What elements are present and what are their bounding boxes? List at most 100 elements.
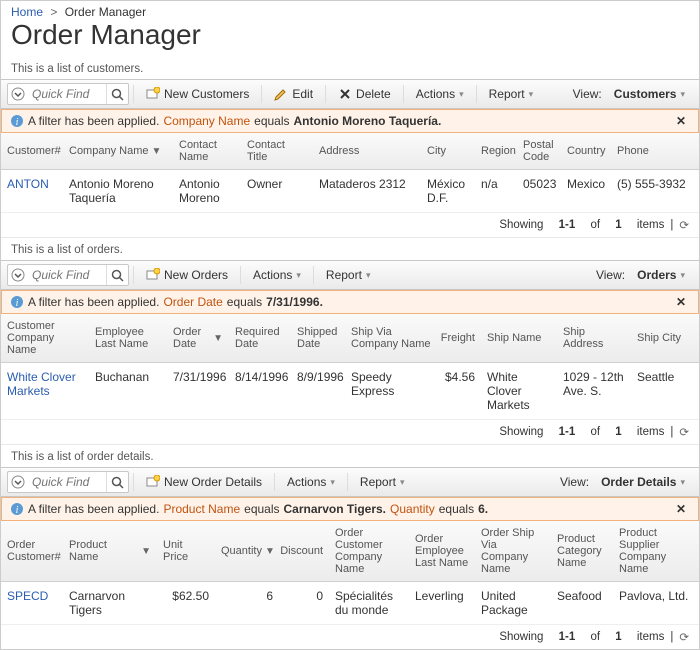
col-country[interactable]: Country <box>561 133 611 169</box>
col-city[interactable]: City <box>421 133 475 169</box>
expand-icon[interactable] <box>8 265 28 285</box>
chevron-down-icon: ▾ <box>680 270 685 281</box>
filter-icon: ▼ <box>265 546 275 557</box>
search-icon[interactable] <box>106 84 128 104</box>
new-customers-button[interactable]: New Customers <box>138 83 257 105</box>
col-order-cust[interactable]: Order Customer# <box>1 521 63 581</box>
table-row[interactable]: ANTON Antonio Moreno Taquería Antonio Mo… <box>1 170 699 213</box>
col-company[interactable]: Company Name▼ <box>63 133 173 169</box>
col-sdate[interactable]: Shipped Date <box>291 314 345 362</box>
col-postal[interactable]: Postal Code <box>517 133 561 169</box>
search-icon[interactable] <box>106 265 128 285</box>
expand-icon[interactable] <box>8 472 28 492</box>
col-emp[interactable]: Employee Last Name <box>89 314 167 362</box>
col-freight[interactable]: Freight <box>437 314 481 362</box>
table-row[interactable]: White Clover Markets Buchanan 7/31/1996 … <box>1 363 699 420</box>
report-button[interactable]: Report▾ <box>481 83 542 105</box>
chevron-down-icon: ▾ <box>459 89 464 100</box>
quick-find-wrap <box>7 83 129 105</box>
info-icon: i <box>10 114 24 128</box>
info-icon: i <box>10 502 24 516</box>
col-cust-company[interactable]: Customer Company Name <box>1 314 89 362</box>
col-disc[interactable]: Discount <box>279 521 329 581</box>
col-cat[interactable]: Product Category Name <box>551 521 613 581</box>
close-filter-icon[interactable]: ✕ <box>672 295 690 309</box>
orders-pager: Showing 1-1 of 1 items | ⟳ <box>1 420 699 445</box>
col-title[interactable]: Contact Title <box>241 133 313 169</box>
report-button[interactable]: Report▾ <box>352 471 413 493</box>
col-shipcity[interactable]: Ship City <box>631 314 699 362</box>
view-label: View: <box>560 475 589 489</box>
view-label: View: <box>596 268 625 282</box>
view-selector[interactable]: Customers▾ <box>606 83 693 105</box>
filter-icon: ▼ <box>141 546 151 557</box>
breadcrumb-sep: > <box>46 5 61 19</box>
col-region[interactable]: Region <box>475 133 517 169</box>
quick-find-input[interactable] <box>28 473 106 491</box>
new-icon <box>146 475 160 489</box>
svg-text:i: i <box>16 298 19 309</box>
col-shipvia[interactable]: Ship Via Company Name <box>345 314 437 362</box>
close-filter-icon[interactable]: ✕ <box>672 114 690 128</box>
actions-button[interactable]: Actions▾ <box>408 83 472 105</box>
view-label: View: <box>573 87 602 101</box>
actions-button[interactable]: Actions▾ <box>279 471 343 493</box>
breadcrumb-current: Order Manager <box>65 5 146 19</box>
delete-button[interactable]: Delete <box>330 83 399 105</box>
col-oship[interactable]: Order Ship Via Company Name <box>475 521 551 581</box>
info-icon: i <box>10 295 24 309</box>
customers-desc: This is a list of customers. <box>1 57 699 79</box>
search-icon[interactable] <box>106 472 128 492</box>
col-contact[interactable]: Contact Name <box>173 133 241 169</box>
new-details-button[interactable]: New Order Details <box>138 471 270 493</box>
quick-find-input[interactable] <box>28 266 106 284</box>
customers-pager: Showing 1-1 of 1 items | ⟳ <box>1 213 699 238</box>
actions-button[interactable]: Actions▾ <box>245 264 309 286</box>
chevron-down-icon: ▾ <box>529 89 534 100</box>
col-address[interactable]: Address <box>313 133 421 169</box>
view-selector[interactable]: Orders▾ <box>629 264 693 286</box>
refresh-icon[interactable]: ⟳ <box>679 218 689 232</box>
col-customer-id[interactable]: Customer# <box>1 133 63 169</box>
customer-link[interactable]: ANTON <box>7 177 49 191</box>
quick-find-input[interactable] <box>28 85 106 103</box>
breadcrumb-home[interactable]: Home <box>11 5 43 19</box>
col-oemp[interactable]: Order Employee Last Name <box>409 521 475 581</box>
customers-toolbar: New Customers Edit Delete Actions▾ Repor… <box>1 79 699 109</box>
col-ocust[interactable]: Order Customer Company Name <box>329 521 409 581</box>
col-phone[interactable]: Phone <box>611 133 699 169</box>
details-filter-bar: i A filter has been applied. Product Nam… <box>1 497 699 521</box>
filter-icon: ▼ <box>151 146 161 157</box>
customers-grid: Customer# Company Name▼ Contact Name Con… <box>1 133 699 213</box>
chevron-down-icon: ▾ <box>366 270 371 281</box>
col-product[interactable]: Product Name▼ <box>63 521 157 581</box>
refresh-icon[interactable]: ⟳ <box>679 630 689 644</box>
close-filter-icon[interactable]: ✕ <box>672 502 690 516</box>
col-shipaddr[interactable]: Ship Address <box>557 314 631 362</box>
page-title: Order Manager <box>1 19 699 57</box>
edit-icon <box>274 87 288 101</box>
col-shipname[interactable]: Ship Name <box>481 314 557 362</box>
col-supp[interactable]: Product Supplier Company Name <box>613 521 699 581</box>
refresh-icon[interactable]: ⟳ <box>679 425 689 439</box>
filter-icon: ▼ <box>213 333 223 344</box>
order-link[interactable]: White Clover Markets <box>7 370 76 398</box>
report-button[interactable]: Report▾ <box>318 264 379 286</box>
svg-text:i: i <box>16 117 19 128</box>
expand-icon[interactable] <box>8 84 28 104</box>
new-icon <box>146 268 160 282</box>
detail-link[interactable]: SPECD <box>7 589 48 603</box>
view-selector[interactable]: Order Details▾ <box>593 471 693 493</box>
col-price[interactable]: Unit Price <box>157 521 215 581</box>
chevron-down-icon: ▾ <box>680 89 685 100</box>
col-qty[interactable]: Quantity▼ <box>215 521 279 581</box>
orders-grid: Customer Company Name Employee Last Name… <box>1 314 699 420</box>
chevron-down-icon: ▾ <box>330 477 335 488</box>
edit-button[interactable]: Edit <box>266 83 321 105</box>
new-orders-button[interactable]: New Orders <box>138 264 236 286</box>
details-toolbar: New Order Details Actions▾ Report▾ View:… <box>1 467 699 497</box>
table-row[interactable]: SPECD Carnarvon Tigers $62.50 6 0 Spécia… <box>1 582 699 625</box>
col-rdate[interactable]: Required Date <box>229 314 291 362</box>
col-odate[interactable]: Order Date▼ <box>167 314 229 362</box>
customers-filter-bar: i A filter has been applied. Company Nam… <box>1 109 699 133</box>
